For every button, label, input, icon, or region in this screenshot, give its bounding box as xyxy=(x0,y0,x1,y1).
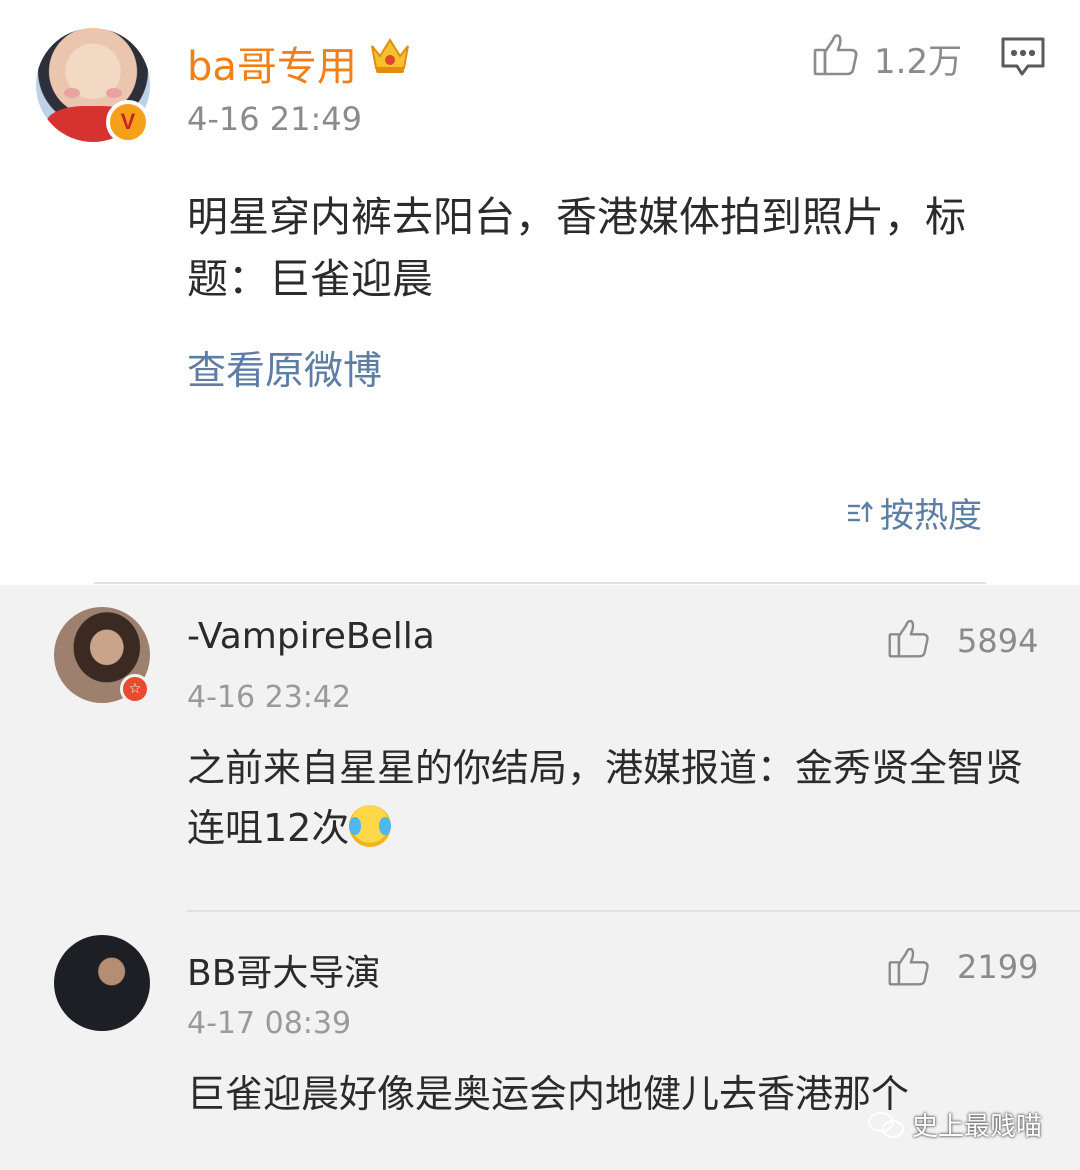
comment-content: 之前来自星星的你结局，港媒报道：金秀贤全智贤连咀12次 xyxy=(187,738,1037,858)
comment-timestamp: 4-16 23:42 xyxy=(187,680,352,715)
sort-label: 按热度 xyxy=(880,496,982,536)
thumbs-up-icon[interactable] xyxy=(886,944,932,992)
post-content: 明星穿内裤去阳台，香港媒体拍到照片，标题：巨雀迎晨 xyxy=(187,193,966,303)
verified-badge-icon: V xyxy=(106,100,150,144)
sort-icon xyxy=(848,500,873,522)
comment-text: 之前来自星星的你结局，港媒报道：金秀贤全智贤连咀12次 xyxy=(187,746,1024,850)
watermark-text: 史上最贱喵 xyxy=(912,1112,1043,1142)
post-like-count: 1.2万 xyxy=(874,42,963,82)
wechat-icon xyxy=(868,1111,904,1138)
comment-icon[interactable] xyxy=(1000,36,1046,82)
thumbs-up-icon[interactable] xyxy=(886,616,932,664)
comment-like-count: 5894 xyxy=(957,622,1039,660)
post-timestamp: 4-16 21:49 xyxy=(187,100,363,138)
star-badge-icon: ☆ xyxy=(120,674,150,704)
comment-timestamp: 4-17 08:39 xyxy=(187,1006,352,1041)
sort-button[interactable]: 按热度 xyxy=(846,488,982,537)
avatar[interactable] xyxy=(54,935,150,1031)
main-post: V ba哥专用 4-16 21:49 1.2万 明星穿内裤去阳台，香港媒体拍到照… xyxy=(0,0,1080,585)
divider xyxy=(94,582,986,584)
comment-username[interactable]: -VampireBella xyxy=(187,616,435,657)
comment-username[interactable]: BB哥大导演 xyxy=(187,944,380,996)
divider xyxy=(187,910,1080,912)
crown-icon xyxy=(366,30,414,82)
view-original-link[interactable]: 查看原微博 xyxy=(187,340,382,396)
watermark: 史上最贱喵 xyxy=(866,1106,1042,1143)
laugh-cry-emoji-icon xyxy=(349,805,392,847)
comment-like-count: 2199 xyxy=(957,948,1039,986)
post-username[interactable]: ba哥专用 xyxy=(187,34,357,92)
thumbs-up-icon[interactable] xyxy=(812,30,860,82)
